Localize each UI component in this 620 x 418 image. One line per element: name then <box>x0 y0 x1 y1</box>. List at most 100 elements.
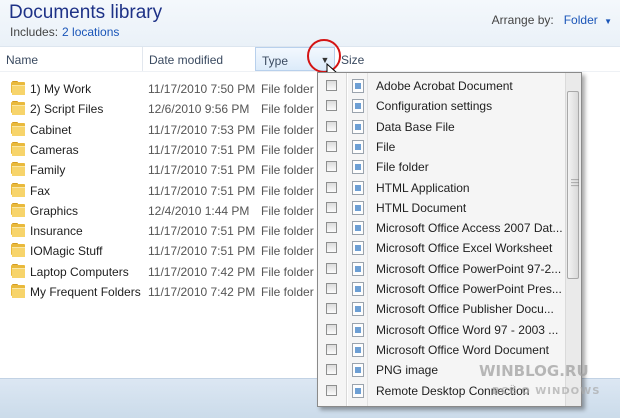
table-row[interactable]: IOMagic Stuff 11/17/2010 7:51 PM File fold… <box>0 240 320 260</box>
checkbox-icon[interactable] <box>326 242 337 254</box>
checkbox-icon[interactable] <box>326 262 337 274</box>
file-name: Graphics <box>30 203 79 218</box>
filter-item[interactable]: Microsoft Office Word Document <box>318 340 564 360</box>
file-type-icon <box>352 261 364 276</box>
filter-item-label: File <box>376 139 396 154</box>
table-row[interactable]: My Frequent Folders 11/17/2010 7:42 PM Fil… <box>0 281 320 301</box>
checkbox-icon[interactable] <box>326 80 337 91</box>
table-row[interactable]: 2) Script Files 12/6/2010 9:56 PM File fol… <box>0 98 320 118</box>
filter-item[interactable]: Adobe Acrobat Document <box>318 76 564 96</box>
file-date-modified: 12/6/2010 9:56 PM <box>148 102 250 117</box>
file-date-modified: 11/17/2010 7:51 PM <box>148 163 256 178</box>
watermark-subtitle: ВСЁ О WINDOWS <box>492 386 601 397</box>
file-type-icon <box>352 119 364 134</box>
file-type-icon <box>352 342 364 357</box>
table-row[interactable]: Cabinet 11/17/2010 7:53 PM File folder <box>0 119 320 139</box>
file-type: File folder <box>261 285 314 299</box>
arrange-by: Arrange by: Folder ▼ <box>492 13 612 27</box>
folder-icon <box>11 141 25 156</box>
file-date-modified: 11/17/2010 7:51 PM <box>148 142 256 157</box>
includes-label: Includes: <box>10 25 59 39</box>
file-date-modified: 11/17/2010 7:50 PM <box>148 82 256 96</box>
checkbox-icon[interactable] <box>326 303 337 315</box>
table-row[interactable]: Laptop Computers 11/17/2010 7:42 PM File f… <box>0 261 320 281</box>
file-type: File folder <box>261 244 314 259</box>
file-type: File folder <box>261 142 314 157</box>
checkbox-icon[interactable] <box>326 283 337 294</box>
checkbox-icon[interactable] <box>326 120 337 132</box>
file-type: File folder <box>261 163 314 178</box>
folder-icon <box>11 101 25 116</box>
filter-item[interactable]: Microsoft Office Word 97 - 2003 ... <box>318 320 564 340</box>
checkbox-icon[interactable] <box>326 323 337 335</box>
file-name: Laptop Computers <box>30 264 129 279</box>
file-type-icon <box>352 160 364 175</box>
checkbox-icon[interactable] <box>326 222 337 234</box>
scrollbar-thumb[interactable]: — — — <box>567 91 579 279</box>
column-header-size[interactable]: Size <box>335 47 385 71</box>
checkbox-icon[interactable] <box>326 181 337 193</box>
checkbox-icon[interactable] <box>326 343 337 355</box>
filter-item[interactable]: Microsoft Office Access 2007 Dat... <box>318 218 564 238</box>
checkbox-icon[interactable] <box>326 364 337 376</box>
checkbox-icon[interactable] <box>326 161 337 173</box>
checkbox-icon[interactable] <box>326 140 337 152</box>
table-row[interactable]: Cameras 11/17/2010 7:51 PM File folder <box>0 139 320 159</box>
library-header: Documents library Includes: 2 locations A… <box>0 0 620 47</box>
table-row[interactable]: Fax 11/17/2010 7:51 PM File folder <box>0 180 320 200</box>
file-date-modified: 11/17/2010 7:51 PM <box>148 183 256 198</box>
folder-icon <box>11 284 25 298</box>
type-filter-dropdown: Adobe Acrobat Document Configuration sett… <box>317 72 582 407</box>
filter-item[interactable]: HTML Application <box>318 178 564 198</box>
file-name: My Frequent Folders <box>30 285 141 299</box>
file-type-icon <box>352 79 364 93</box>
folder-icon <box>11 81 25 95</box>
filter-item[interactable]: Microsoft Office Publisher Docu... <box>318 299 564 319</box>
column-header-name[interactable]: Name <box>0 47 143 71</box>
table-row[interactable]: Insurance 11/17/2010 7:51 PM File folder <box>0 220 320 240</box>
file-name: IOMagic Stuff <box>30 244 103 259</box>
filter-item[interactable]: Configuration settings <box>318 96 564 116</box>
filter-item[interactable]: Microsoft Office PowerPoint Pres... <box>318 279 564 299</box>
filter-item-label: File folder <box>376 160 429 175</box>
file-date-modified: 11/17/2010 7:42 PM <box>148 264 256 279</box>
checkbox-icon[interactable] <box>326 384 337 396</box>
checkbox-icon[interactable] <box>326 100 337 112</box>
file-type: File folder <box>261 102 314 117</box>
filter-item[interactable]: Microsoft Office Excel Worksheet <box>318 238 564 258</box>
file-name: Fax <box>30 183 51 198</box>
dropdown-scrollbar[interactable]: — — — <box>565 73 581 406</box>
filter-item[interactable]: File folder <box>318 157 564 177</box>
file-type-icon <box>352 282 364 296</box>
arrange-by-dropdown[interactable]: Folder <box>564 13 598 27</box>
file-type: File folder <box>261 224 314 239</box>
file-type-icon <box>352 200 364 215</box>
checkbox-icon[interactable] <box>326 201 337 213</box>
filter-item-label: Microsoft Office Access 2007 Dat... <box>376 221 563 236</box>
chevron-down-icon[interactable]: ▼ <box>604 17 612 26</box>
table-row[interactable]: 1) My Work 11/17/2010 7:50 PM File folder <box>0 78 320 98</box>
filter-item[interactable]: Microsoft Office PowerPoint 97-2... <box>318 259 564 279</box>
table-row[interactable]: Family 11/17/2010 7:51 PM File folder <box>0 159 320 179</box>
filter-item[interactable]: Data Base File <box>318 117 564 137</box>
filter-item-label: Configuration settings <box>376 99 493 114</box>
file-type: File folder <box>261 183 314 198</box>
file-type-icon <box>352 180 364 195</box>
filter-item[interactable]: HTML Document <box>318 198 564 218</box>
file-type-icon <box>352 139 364 154</box>
file-type: File folder <box>261 122 314 137</box>
file-type-icon <box>352 302 364 317</box>
file-type: File folder <box>261 82 314 96</box>
table-row[interactable]: Graphics 12/4/2010 1:44 PM File folder <box>0 200 320 220</box>
file-type: File folder <box>261 203 314 218</box>
file-date-modified: 11/17/2010 7:53 PM <box>148 122 256 137</box>
filter-item[interactable]: File <box>318 137 564 157</box>
locations-link[interactable]: 2 locations <box>62 25 119 39</box>
file-type-icon <box>352 383 364 398</box>
column-name-label: Name <box>6 53 39 67</box>
includes-line: Includes: 2 locations <box>10 25 119 39</box>
file-date-modified: 11/17/2010 7:42 PM <box>148 285 256 299</box>
file-date-modified: 11/17/2010 7:51 PM <box>148 244 256 259</box>
column-header-date-modified[interactable]: Date modified <box>143 47 256 71</box>
folder-icon <box>11 182 25 197</box>
